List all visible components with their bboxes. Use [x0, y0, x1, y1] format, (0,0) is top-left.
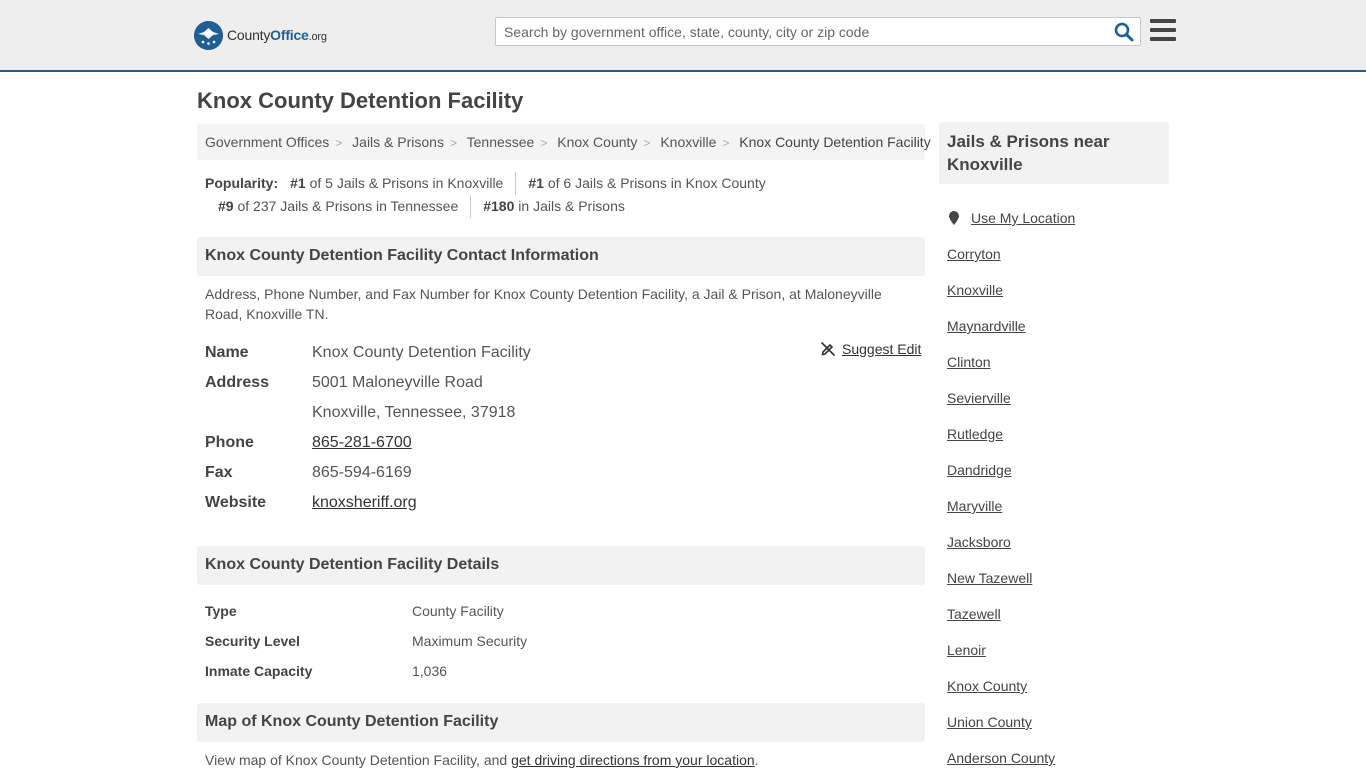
chevron-right-icon: > [335, 136, 343, 150]
nearby-link-maynardville[interactable]: Maynardville [947, 318, 1026, 334]
breadcrumb-jails-prisons[interactable]: Jails & Prisons [352, 134, 444, 150]
nearby-link-maryville[interactable]: Maryville [947, 498, 1002, 514]
details-row: Security Level Maximum Security [205, 633, 528, 649]
map-heading: Map of Knox County Detention Facility [197, 703, 925, 742]
phone-link[interactable]: 865-281-6700 [312, 434, 412, 451]
sidebar-heading: Jails & Prisons near Knoxville [939, 122, 1169, 184]
use-my-location-link[interactable]: Use My Location [971, 210, 1075, 226]
seal-icon [194, 20, 223, 50]
popularity-item: #180 in Jails & Prisons [470, 195, 637, 218]
details-table: Type County Facility Security Level Maximu… [205, 596, 527, 686]
nearby-link-tazewell[interactable]: Tazewell [947, 606, 1001, 622]
nearby-link-sevierville[interactable]: Sevierville [947, 390, 1011, 406]
contact-info: Name Knox County Detention Facility Addre… [205, 338, 925, 518]
site-logo[interactable]: CountyOffice.org [194, 20, 327, 50]
breadcrumb: Government Offices > Jails & Prisons > Ten… [197, 124, 931, 160]
nearby-link-corryton[interactable]: Corryton [947, 246, 1001, 262]
details-heading: Knox County Detention Facility Details [197, 546, 925, 585]
breadcrumb-knox-county[interactable]: Knox County [557, 134, 637, 150]
page-title: Knox County Detention Facility [197, 88, 524, 113]
popularity-item: #1 of 5 Jails & Prisons in Knoxville [290, 175, 504, 191]
breadcrumb-tennessee[interactable]: Tennessee [467, 134, 535, 150]
address-label: Address [205, 374, 270, 391]
nearby-link-lenoir[interactable]: Lenoir [947, 642, 986, 658]
top-bar: CountyOffice.org [0, 0, 1366, 72]
nearby-list: Use My Location Corryton Knoxville Mayna… [947, 200, 1167, 776]
chevron-right-icon: > [722, 136, 730, 150]
nearby-link-new-tazewell[interactable]: New Tazewell [947, 570, 1032, 586]
search-icon[interactable] [1114, 22, 1134, 42]
facility-name: Knox County Detention Facility [312, 344, 531, 361]
popularity-label: Popularity: [205, 175, 279, 191]
popularity: Popularity: #1 of 5 Jails & Prisons in K… [205, 172, 925, 218]
use-my-location[interactable]: Use My Location [947, 200, 1167, 236]
details-row: Type County Facility [205, 603, 504, 619]
website-link[interactable]: knoxsheriff.org [312, 494, 417, 511]
website-label: Website [205, 494, 267, 511]
contact-heading: Knox County Detention Facility Contact I… [197, 237, 925, 276]
nearby-link-clinton[interactable]: Clinton [947, 354, 991, 370]
search-input[interactable] [496, 18, 1096, 45]
search-box [495, 17, 1141, 46]
phone-label: Phone [205, 434, 254, 451]
chevron-right-icon: > [540, 136, 548, 150]
fax-label: Fax [205, 464, 233, 481]
popularity-item: #9 of 237 Jails & Prisons in Tennessee [218, 198, 459, 214]
nearby-link-knox-county[interactable]: Knox County [947, 678, 1027, 694]
hamburger-menu-icon[interactable] [1150, 19, 1176, 41]
map-description: View map of Knox County Detention Facili… [205, 752, 759, 768]
contact-description: Address, Phone Number, and Fax Number fo… [205, 286, 882, 322]
driving-directions-link[interactable]: get driving directions from your locatio… [511, 752, 755, 768]
nearby-link-anderson-county[interactable]: Anderson County [947, 750, 1055, 766]
chevron-right-icon: > [449, 136, 457, 150]
breadcrumb-knoxville[interactable]: Knoxville [660, 134, 716, 150]
chevron-right-icon: > [643, 136, 651, 150]
breadcrumb-current: Knox County Detention Facility [739, 134, 931, 150]
address-line-1: 5001 Maloneyville Road [312, 374, 483, 391]
fax-number: 865-594-6169 [312, 464, 412, 481]
name-label: Name [205, 344, 249, 361]
logo-text: CountyOffice.org [227, 27, 327, 43]
breadcrumb-government-offices[interactable]: Government Offices [205, 134, 329, 150]
address-line-2: Knoxville, Tennessee, 37918 [312, 404, 516, 421]
nearby-link-dandridge[interactable]: Dandridge [947, 462, 1012, 478]
nearby-link-jacksboro[interactable]: Jacksboro [947, 534, 1011, 550]
details-row: Inmate Capacity 1,036 [205, 663, 448, 679]
map-pin-icon [949, 211, 959, 225]
nearby-link-knoxville[interactable]: Knoxville [947, 282, 1003, 298]
nearby-link-union-county[interactable]: Union County [947, 714, 1032, 730]
popularity-item: #1 of 6 Jails & Prisons in Knox County [515, 172, 777, 195]
nearby-link-rutledge[interactable]: Rutledge [947, 426, 1003, 442]
